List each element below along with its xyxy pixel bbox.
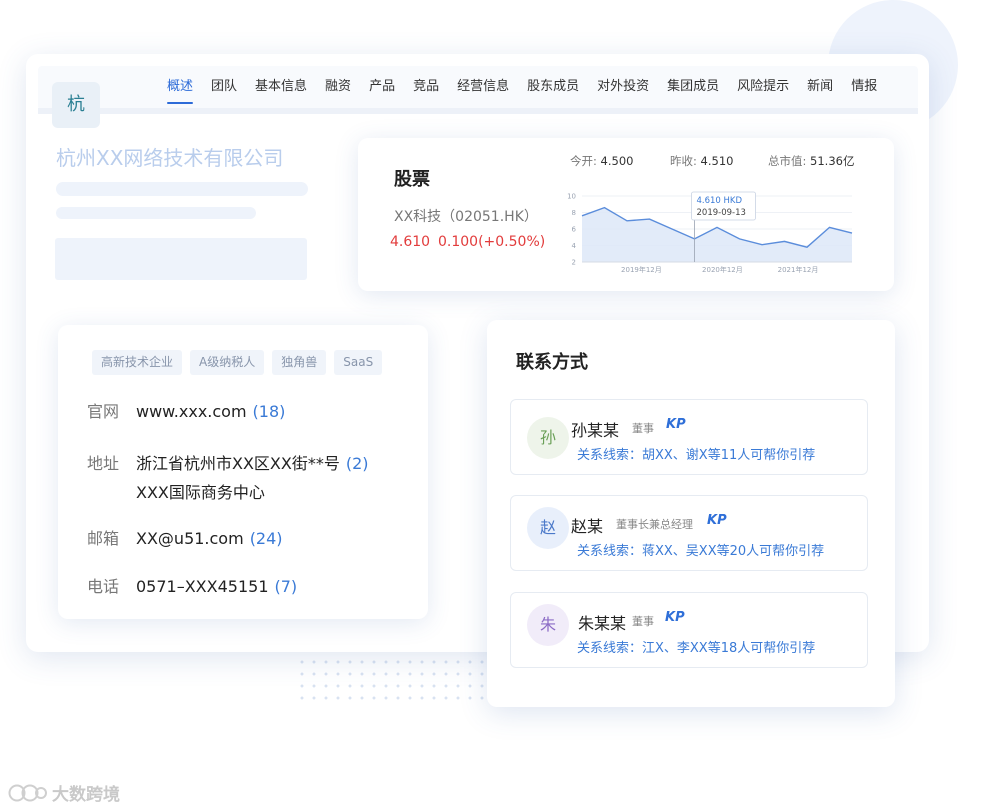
tab-products[interactable]: 产品 [360,70,404,104]
relation-link[interactable]: 关系线索：胡XX、谢X等11人可帮你引荐 [577,444,815,463]
stock-change: 0.100(+0.50%) [438,234,546,250]
address-row: 地址 浙江省杭州市XX区XX街**号 (2) XXX国际商务中心 [87,450,369,503]
contact-name: 朱某某 [578,614,627,633]
kp-badge: KP [665,610,685,625]
stock-price-chart[interactable]: 2 4 6 8 10 2019年12月 2020年12月 2021年12月 4.610 HKD 2… [566,190,862,282]
contacts-card: 联系方式 孙 孙某某 董事 KP 关系线索：胡XX、谢X等11人可帮你引荐 赵 … [487,320,895,707]
tag-high-tech: 高新技术企业 [92,350,183,375]
stock-card: 股票 XX科技（02051.HK） 4.610 0.100(+0.50%) 今开… [358,138,894,291]
relation-link[interactable]: 关系线索：江X、李XX等18人可帮你引荐 [577,637,815,656]
tab-overview[interactable]: 概述 [158,70,202,104]
kp-badge: KP [707,513,727,528]
address-value: 浙江省杭州市XX区XX街**号 [136,454,340,473]
y-tick-label: 8 [572,209,576,217]
section-tabs: 概述 团队 基本信息 融资 产品 竞品 经营信息 股东成员 对外投资 集团成员 … [158,70,886,104]
stat-prev-close: 昨收: 4.510 [670,153,733,169]
contact-role: 董事 [632,615,654,628]
tab-competitors[interactable]: 竞品 [404,70,448,104]
avatar: 朱 [527,604,569,646]
x-tick-label: 2019年12月 [621,265,662,274]
placeholder-line [56,207,256,219]
tab-financing[interactable]: 融资 [316,70,360,104]
tab-shareholders[interactable]: 股东成员 [518,70,588,104]
x-tick-label: 2020年12月 [702,265,743,274]
tag-a-level-taxpayer: A级纳税人 [190,350,265,375]
tab-risk-alerts[interactable]: 风险提示 [728,70,798,104]
watermark-logo-icon [8,784,47,801]
stock-ticker: XX科技（02051.HK） [394,209,538,225]
stat-prev-close-label: 昨收: [670,154,697,168]
avatar: 赵 [527,507,569,549]
email-label: 邮箱 [87,529,120,548]
phone-value[interactable]: 0571–XXX45151 [136,577,269,596]
website-label: 官网 [87,402,120,421]
stat-open-value: 4.500 [600,154,634,168]
website-count[interactable]: (18) [253,402,286,421]
website-value[interactable]: www.xxx.com [136,402,247,421]
placeholder-line [56,182,308,196]
tab-team[interactable]: 团队 [202,70,246,104]
stat-open-label: 今开: [570,154,597,168]
phone-count[interactable]: (7) [275,577,298,596]
address-label: 地址 [87,454,120,473]
tab-basic-info[interactable]: 基本信息 [246,70,316,104]
tag-saas: SaaS [334,350,383,375]
avatar: 孙 [527,417,569,459]
phone-row: 电话 0571–XXX45151 (7) [87,573,297,597]
watermark-text: 大数跨境 [52,785,120,805]
watermark: 大数跨境 [8,780,120,805]
y-tick-label: 4 [572,242,577,250]
y-tick-label: 2 [572,259,576,267]
contact-name: 孙某某 [571,421,620,440]
tooltip-price: 4.610 HKD [697,196,743,206]
phone-label: 电话 [87,577,120,596]
email-row: 邮箱 XX@u51.com (24) [87,525,283,549]
tag-unicorn: 独角兽 [272,350,327,375]
contact-name: 赵某 [571,517,604,536]
email-count[interactable]: (24) [250,529,283,548]
address-count[interactable]: (2) [346,454,369,473]
stock-title: 股票 [394,169,430,190]
tab-intelligence[interactable]: 情报 [842,70,886,104]
relation-link[interactable]: 关系线索：蒋XX、吴XX等20人可帮你引荐 [577,540,824,559]
y-tick-label: 6 [572,226,577,234]
website-row: 官网 www.xxx.com (18) [87,398,285,422]
company-logo: 杭 [52,82,100,128]
company-name: 杭州XX网络技术有限公司 [56,146,284,170]
company-info-card: 高新技术企业 A级纳税人 独角兽 SaaS 官网 www.xxx.com (18) … [58,325,428,619]
stat-open: 今开: 4.500 [570,153,633,169]
dot-pattern-decoration [296,656,496,700]
tooltip-date: 2019-09-13 [697,208,746,218]
tab-operations[interactable]: 经营信息 [448,70,518,104]
x-tick-label: 2021年12月 [778,265,819,274]
stat-market-cap-value: 51.36亿 [810,154,855,168]
contact-item[interactable]: 赵 赵某 董事长兼总经理 KP 关系线索：蒋XX、吴XX等20人可帮你引荐 [510,495,868,571]
contacts-title: 联系方式 [516,352,588,373]
nav-bar-divider [38,108,918,114]
stock-price: 4.610 [390,234,431,250]
stat-market-cap-label: 总市值: [768,154,807,168]
address-line2: XXX国际商务中心 [136,483,265,502]
stat-market-cap: 总市值: 51.36亿 [768,153,854,169]
contact-item[interactable]: 朱 朱某某 董事 KP 关系线索：江X、李XX等18人可帮你引荐 [510,592,868,668]
kp-badge: KP [666,417,686,432]
email-value[interactable]: XX@u51.com [136,529,244,548]
placeholder-block [55,238,307,280]
contact-item[interactable]: 孙 孙某某 董事 KP 关系线索：胡XX、谢X等11人可帮你引荐 [510,399,868,475]
tab-group-members[interactable]: 集团成员 [658,70,728,104]
contact-role: 董事 [632,422,654,435]
tab-investments[interactable]: 对外投资 [588,70,658,104]
stat-prev-close-value: 4.510 [700,154,734,168]
y-tick-label: 10 [567,193,576,201]
tab-news[interactable]: 新闻 [798,70,842,104]
company-tags: 高新技术企业 A级纳税人 独角兽 SaaS [92,350,383,375]
contact-role: 董事长兼总经理 [616,518,693,531]
